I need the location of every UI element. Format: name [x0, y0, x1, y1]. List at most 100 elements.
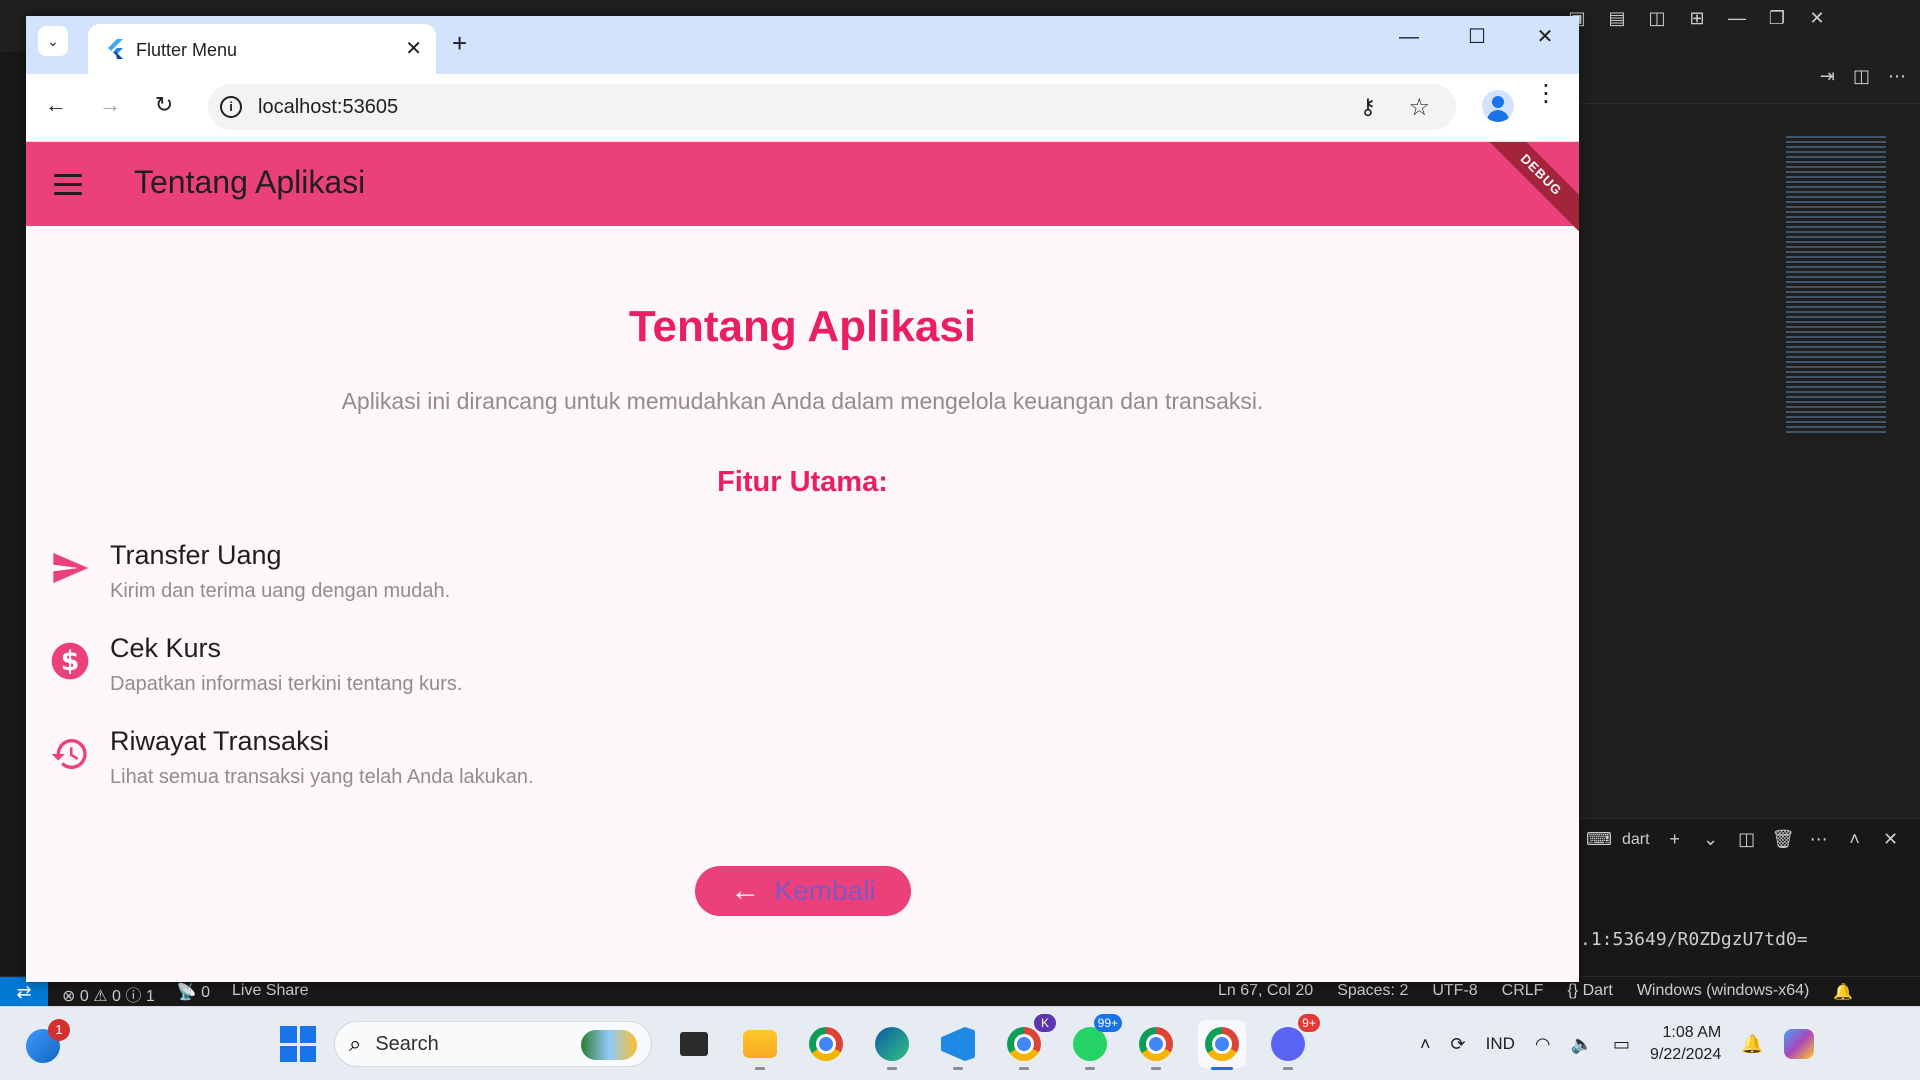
tab-flutter-menu[interactable]: Flutter Menu ✕ [88, 24, 436, 74]
new-tab-icon[interactable]: + [452, 30, 467, 56]
clock[interactable]: 1:08 AM 9/22/2024 [1650, 1022, 1721, 1066]
sync-icon[interactable]: ⟳ [1451, 1034, 1466, 1055]
back-button-label: Kembali [774, 875, 876, 906]
vscode-app[interactable] [934, 1020, 982, 1070]
battery-icon[interactable]: ▭ [1613, 1034, 1630, 1055]
discord-badge: 9+ [1298, 1014, 1320, 1032]
search-label: Search [375, 1032, 439, 1055]
chrome-menu-icon[interactable]: ⋮ [1534, 82, 1558, 106]
feature-item-transfer: Transfer Uang Kirim dan terima uang deng… [26, 540, 1579, 630]
feature-title: Riwayat Transaksi [110, 726, 330, 756]
ports-status[interactable]: 📡 0 [177, 982, 210, 1006]
features-title: Fitur Utama: [717, 466, 888, 498]
edge-icon [875, 1027, 909, 1061]
wifi-icon[interactable]: ◠ [1535, 1034, 1551, 1055]
site-info-icon[interactable]: i [220, 96, 242, 118]
ports-count: 0 [201, 984, 210, 1001]
chrome-app-3[interactable] [1132, 1020, 1180, 1070]
terminal-output: .1:53649/R0ZDgzU7td0= [1580, 929, 1808, 950]
problems-status[interactable]: ⊗ 0 ⚠ 0 ⓘ 1 [62, 982, 155, 1006]
chrome-app-1[interactable] [802, 1020, 850, 1068]
vscode-minimize-icon[interactable]: — [1724, 8, 1750, 29]
start-button[interactable] [280, 1026, 316, 1062]
feature-item-history: Riwayat Transaksi Lihat semua transaksi … [26, 726, 1579, 816]
app-bar-title: Tentang Aplikasi [134, 164, 366, 200]
tray-chevron-up-icon[interactable]: ˄ [1420, 1034, 1431, 1055]
vscode-close-icon[interactable]: ✕ [1804, 8, 1830, 29]
layout-panel-icon[interactable]: ▤ [1604, 8, 1630, 29]
copilot-icon[interactable] [1783, 1029, 1814, 1059]
more-actions-icon[interactable]: ⋯ [1888, 66, 1906, 87]
feature-title: Cek Kurs [110, 633, 222, 663]
split-terminal-icon[interactable]: ◫ [1736, 829, 1758, 850]
notifications-bell-icon[interactable]: 🔔 [1833, 982, 1853, 1002]
arrow-back-icon: ← [730, 874, 761, 907]
cursor-position[interactable]: Ln 67, Col 20 [1218, 982, 1313, 1002]
minimap[interactable] [1786, 136, 1886, 436]
vscode-activity-bar [0, 52, 26, 976]
split-editor-icon[interactable]: ◫ [1853, 66, 1870, 87]
task-view-icon [680, 1032, 708, 1056]
vscode-layout-controls: ▣ ▤ ◫ ⊞ — ❐ ✕ [1564, 8, 1830, 29]
password-key-icon[interactable]: ⚷ [1360, 94, 1376, 120]
discord-app[interactable]: 9+ [1264, 1014, 1320, 1070]
new-terminal-icon[interactable]: + [1664, 829, 1686, 850]
file-explorer-app[interactable] [736, 1020, 784, 1070]
chrome-window: ⌄ Flutter Menu ✕ + — ☐ ✕ ← → ↻ i localho… [26, 16, 1579, 982]
live-share-status[interactable]: Live Share [232, 982, 309, 1006]
browser-toolbar: ← → ↻ i localhost:53605 ⚷ ☆ ⋮ [26, 74, 1579, 142]
indentation[interactable]: Spaces: 2 [1337, 982, 1408, 1002]
trash-icon[interactable]: 🗑 [1772, 829, 1795, 850]
folder-icon [743, 1030, 777, 1058]
task-view-button[interactable] [670, 1020, 718, 1068]
encoding[interactable]: UTF-8 [1432, 982, 1477, 1002]
profile-avatar-icon[interactable] [1482, 90, 1514, 122]
reload-icon[interactable]: ↻ [148, 92, 180, 118]
chrome-app-2[interactable]: K [1000, 1014, 1056, 1070]
chrome-app-active[interactable] [1198, 1020, 1246, 1070]
tab-close-icon[interactable]: ✕ [405, 36, 422, 61]
dollar-icon: $ [51, 642, 89, 680]
vscode-restore-icon[interactable]: ❐ [1764, 8, 1790, 29]
menu-icon[interactable] [54, 174, 82, 196]
feature-subtitle: Lihat semua transaksi yang telah Anda la… [110, 766, 534, 788]
tab-search-chevron-icon[interactable]: ⌄ [38, 26, 68, 56]
close-icon[interactable]: ✕ [1511, 16, 1579, 58]
input-language[interactable]: IND [1486, 1034, 1515, 1054]
open-changes-icon[interactable]: ⇥ [1820, 66, 1835, 87]
address-bar[interactable]: i localhost:53605 ⚷ ☆ [208, 84, 1456, 130]
tab-strip: ⌄ Flutter Menu ✕ + — ☐ ✕ [26, 16, 1579, 74]
feature-subtitle: Kirim dan terima uang dengan mudah. [110, 580, 451, 602]
page-heading: Tentang Aplikasi [628, 302, 977, 351]
terminal-panel: ⌨ dart + ⌄ ◫ 🗑 ⋯ ˄ ✕ .1:53649/R0ZDgzU7td… [1580, 818, 1920, 976]
back-icon[interactable]: ← [40, 92, 72, 118]
flutter-app: Tentang Aplikasi DEBUG Tentang Aplikasi … [26, 142, 1579, 982]
language-mode[interactable]: {} Dart [1567, 982, 1612, 1002]
debug-banner: DEBUG [1475, 142, 1579, 241]
volume-icon[interactable]: 🔈 [1571, 1034, 1593, 1055]
bookmark-star-icon[interactable]: ☆ [1408, 93, 1430, 122]
edge-app[interactable] [868, 1020, 916, 1070]
taskbar-search[interactable]: ⌕ Search [334, 1021, 652, 1067]
target-platform[interactable]: Windows (windows-x64) [1637, 982, 1810, 1002]
maximize-icon[interactable]: ☐ [1443, 16, 1511, 58]
vscode-editor-toolbar: ⇥ ◫ ⋯ [1580, 52, 1920, 104]
tab-title: Flutter Menu [136, 40, 238, 60]
close-panel-icon[interactable]: ✕ [1880, 829, 1902, 850]
more-icon[interactable]: ⋯ [1808, 829, 1830, 850]
back-button[interactable]: ← Kembali [695, 866, 911, 916]
url-text[interactable]: localhost:53605 [258, 96, 398, 119]
terminal-tab-label[interactable]: dart [1622, 831, 1650, 849]
layout-customize-icon[interactable]: ⊞ [1684, 8, 1710, 29]
terminal-icon: ⌨ [1586, 829, 1612, 849]
maximize-panel-icon[interactable]: ˄ [1844, 829, 1866, 850]
notification-bell-icon[interactable]: 🔔 [1741, 1034, 1763, 1055]
line-ending[interactable]: CRLF [1502, 982, 1544, 1002]
forward-icon[interactable]: → [94, 92, 126, 118]
whatsapp-app[interactable]: 99+ [1066, 1014, 1122, 1070]
weather-widget[interactable]: 1 [26, 1019, 70, 1065]
error-count: 0 [79, 988, 89, 1005]
minimize-icon[interactable]: — [1375, 16, 1443, 58]
chevron-down-icon[interactable]: ⌄ [1700, 829, 1722, 850]
layout-split-icon[interactable]: ◫ [1644, 8, 1670, 29]
